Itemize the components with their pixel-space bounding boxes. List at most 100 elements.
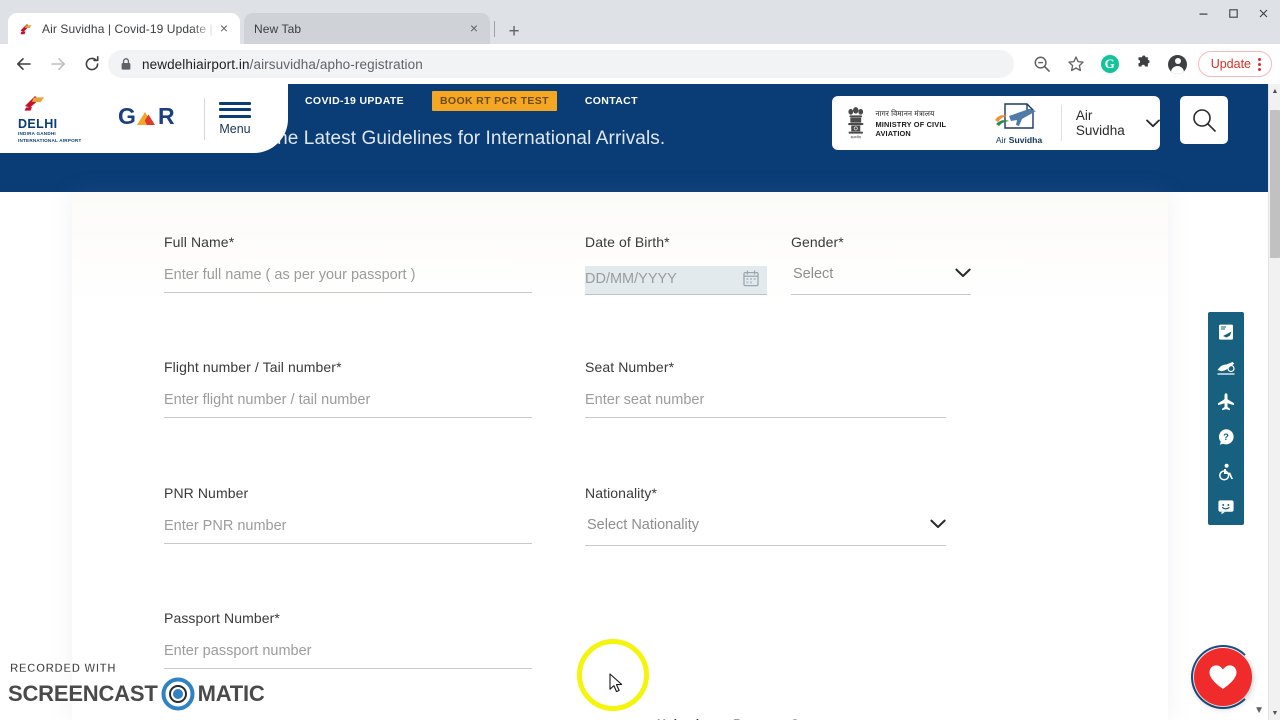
tab-new-tab[interactable]: New Tab × [244,13,490,44]
nationality-label: Nationality* [585,485,658,501]
reload-icon[interactable] [78,50,106,78]
air-suvidha-wordmark: Air Suvidha [989,135,1049,145]
page-viewport: COVID-19 UPDATE BOOK RT PCR TEST CONTACT… [0,84,1268,720]
nav-covid-update[interactable]: COVID-19 UPDATE [305,91,404,111]
delhi-airport-favicon [18,21,34,37]
svg-text:सत्यमेव: सत्यमेव [851,134,862,139]
air-suvidha-selector-value: Air Suvidha [1075,108,1125,138]
boarding-pass-icon[interactable] [1216,322,1236,342]
navigation-buttons [10,50,106,78]
back-icon[interactable] [10,50,38,78]
watermark-top-line: RECORDED WITH [10,663,117,675]
tab-close-icon[interactable]: × [466,20,482,37]
flight-departure-icon[interactable] [1216,357,1236,377]
tab-title: Air Suvidha | Covid-19 Update | C [42,21,216,36]
new-tab-button[interactable]: + [500,18,528,46]
field-flight-number: Flight number / Tail number* [164,359,532,418]
watermark-record-icon [161,677,195,711]
pnr-number-label: PNR Number [164,485,249,501]
seat-number-label: Seat Number* [585,359,675,375]
help-icon[interactable]: ? [1216,427,1236,447]
profile-icon[interactable] [1164,50,1192,78]
full-name-label: Full Name* [164,234,235,250]
close-button[interactable] [1248,3,1278,23]
update-button[interactable]: Update [1197,51,1272,77]
donate-heart-button[interactable] [1194,648,1252,706]
grammarly-letter: G [1100,55,1119,73]
gmr-logo[interactable]: G R [118,103,192,134]
caret-down-icon[interactable]: ▼ [1254,705,1264,716]
zoom-out-icon[interactable] [1028,50,1056,78]
air-suvidha-word-light: Air [995,135,1009,145]
field-seat-number: Seat Number* [585,359,946,418]
tab-title: New Tab [254,21,302,36]
delhi-airport-sub-2: INTERNATIONAL AIRPORT [18,137,82,143]
watermark-word-screencast: SCREENCAST [8,681,159,707]
address-bar[interactable]: newdelhiairport.in/airsuvidha/apho-regis… [108,50,1014,78]
scrollbar-down-arrow[interactable]: ▼ [1269,706,1280,720]
ministry-name-english: MINISTRY OF CIVIL AVIATION [875,119,947,138]
india-state-emblem-icon: सत्यमेव [848,107,864,139]
seat-number-input[interactable] [585,392,946,418]
quick-links-rail: ? [1208,312,1244,525]
maximize-button[interactable] [1218,3,1248,23]
accessibility-icon[interactable] [1216,462,1236,482]
watermark-word-matic: MATIC [197,681,265,707]
mouse-cursor [609,673,625,700]
air-suvidha-logo: Air Suvidha [989,101,1049,145]
gender-select[interactable]: Select [791,266,971,295]
scrollbar-up-arrow[interactable]: ▲ [1269,84,1280,98]
page-scrollbar[interactable]: ▲ ▼ [1268,84,1280,720]
nationality-select-value: Select Nationality [587,517,700,533]
minimize-button[interactable] [1188,3,1218,23]
svg-text:G: G [118,103,136,129]
grammarly-icon[interactable]: G [1096,50,1124,78]
browser-chrome: Air Suvidha | Covid-19 Update | C × New … [0,0,1280,84]
watermark-main: SCREENCAST MATIC [8,676,265,712]
forward-icon[interactable] [44,50,72,78]
window-controls [1188,2,1278,24]
hamburger-icon [219,101,251,118]
svg-text:?: ? [1223,432,1229,443]
hero-banner-text: ad the Latest Guidelines for Internation… [245,128,666,149]
site-nav: COVID-19 UPDATE BOOK RT PCR TEST CONTACT [305,91,666,111]
flight-icon[interactable] [1216,392,1236,412]
puzzle-icon[interactable] [1130,50,1158,78]
date-of-birth-wrapper[interactable] [585,266,767,295]
full-name-input[interactable] [164,267,532,293]
delhi-airport-mark [24,96,44,111]
date-of-birth-input[interactable] [585,270,759,290]
tab-separator [494,21,495,37]
gender-label: Gender* [791,234,844,250]
flight-number-input[interactable] [164,392,532,418]
nationality-select[interactable]: Select Nationality [585,517,946,546]
tab-air-suvidha[interactable]: Air Suvidha | Covid-19 Update | C × [8,13,240,44]
gov-panel-divider [1061,105,1062,141]
delhi-airport-logo[interactable]: DELHI INDIRA GANDHI INTERNATIONAL AIRPOR… [18,93,104,143]
site-search-button[interactable] [1180,96,1228,144]
svg-text:R: R [158,103,175,129]
air-suvidha-selector[interactable]: Air Suvidha [1076,108,1160,138]
tab-close-icon[interactable]: × [216,20,232,37]
field-nationality: Nationality* Select Nationality [585,485,946,546]
nav-book-rt-pcr-test[interactable]: BOOK RT PCR TEST [432,91,557,111]
gov-brand-panel: सत्यमेव नागर विमानन मंत्रालय MINISTRY OF… [832,96,1160,150]
field-pnr-number: PNR Number [164,485,532,546]
nav-contact[interactable]: CONTACT [585,91,638,111]
chevron-down-icon [930,516,946,534]
browser-toolbar: newdelhiairport.in/airsuvidha/apho-regis… [0,44,1280,84]
menu-button[interactable]: Menu [219,101,251,136]
toolbar-actions: G Update [1028,50,1272,78]
star-icon[interactable] [1062,50,1090,78]
pnr-number-input[interactable] [164,518,532,544]
ministry-name-hindi: नागर विमानन मंत्रालय [875,108,935,118]
field-date-of-birth: Date of Birth* [585,234,767,295]
ministry-text: नागर विमानन मंत्रालय MINISTRY OF CIVIL A… [876,109,974,138]
kebab-menu-icon[interactable] [1258,57,1261,71]
feedback-icon[interactable] [1216,497,1236,517]
brand-logo-panel: DELHI INDIRA GANDHI INTERNATIONAL AIRPOR… [0,84,288,153]
date-of-birth-label: Date of Birth* [585,234,670,250]
scrollbar-thumb[interactable] [1270,110,1280,258]
calendar-icon[interactable] [743,270,759,292]
gmr-wordmark: G R [118,103,175,129]
